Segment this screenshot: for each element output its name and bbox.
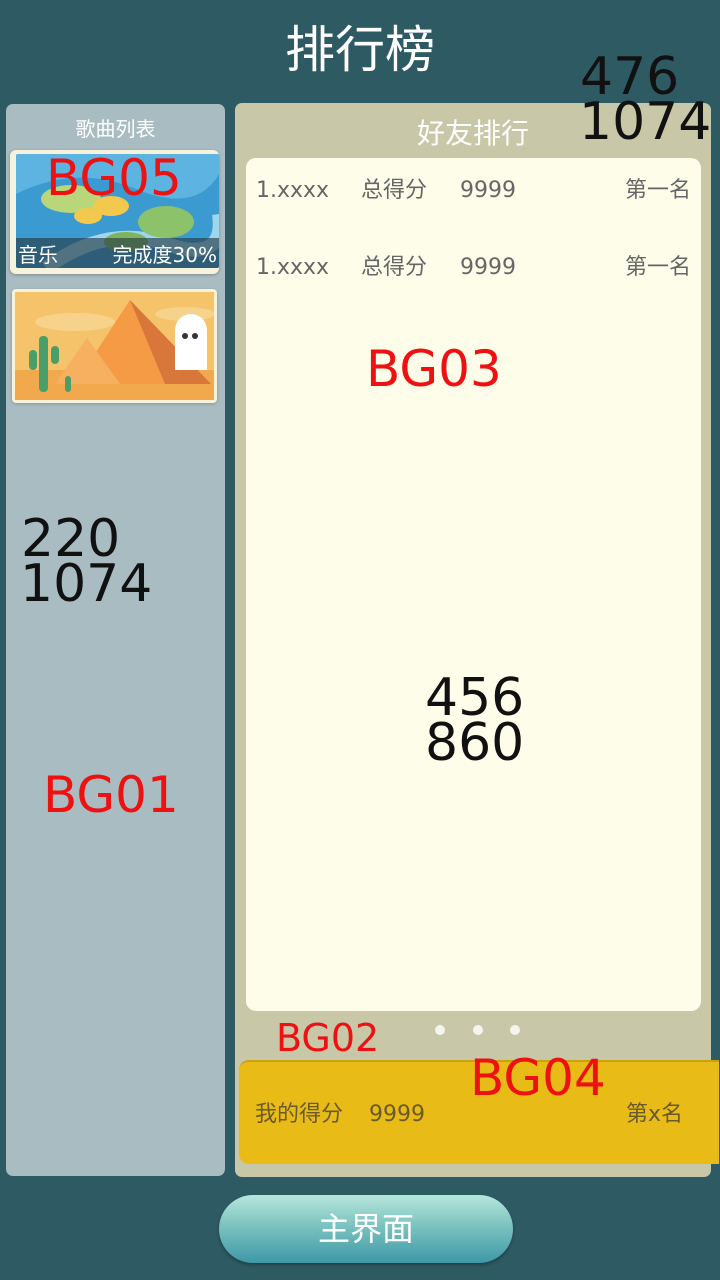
my-rank-place: 第x名 xyxy=(626,1102,684,1127)
rank-place: 第一名 xyxy=(624,178,691,203)
song-list-panel: 歌曲列表 音乐 完成度30% xyxy=(6,104,225,1176)
annotation-bg03: BG03 xyxy=(366,340,502,398)
annotation-bg02: BG02 xyxy=(276,1016,380,1060)
my-score-label: 我的得分 xyxy=(255,1102,344,1127)
page-dot[interactable] xyxy=(510,1025,520,1035)
song-list-header: 歌曲列表 xyxy=(75,117,156,141)
total-score-value: 9999 xyxy=(460,178,516,203)
player-name: 1.xxxx xyxy=(256,178,330,203)
song-caption: 音乐 完成度30% xyxy=(16,238,219,268)
ranking-row[interactable]: 1.xxxx 总得分 9999 第一名 xyxy=(256,248,691,288)
page-dot[interactable] xyxy=(435,1025,445,1035)
my-score-value: 9999 xyxy=(369,1102,425,1127)
total-score-label: 总得分 xyxy=(361,255,428,280)
player-name: 1.xxxx xyxy=(256,255,330,280)
rank-place: 第一名 xyxy=(624,255,691,280)
annotation-bg01: BG01 xyxy=(43,766,179,824)
song-card[interactable] xyxy=(12,289,217,403)
main-menu-button[interactable]: 主界面 xyxy=(219,1195,513,1263)
desert-pyramid-image xyxy=(15,292,214,400)
annotation-list-height: 860 xyxy=(425,713,525,773)
page-dot[interactable] xyxy=(473,1025,483,1035)
total-score-value: 9999 xyxy=(460,255,516,280)
page-indicator[interactable] xyxy=(435,1025,525,1037)
total-score-label: 总得分 xyxy=(361,178,428,203)
ranking-list[interactable]: 1.xxxx 总得分 9999 第一名 1.xxxx 总得分 9999 第一名 xyxy=(246,158,701,1011)
annotation-right-panel-height: 1074 xyxy=(579,92,712,152)
ranking-row[interactable]: 1.xxxx 总得分 9999 第一名 xyxy=(256,171,691,211)
annotation-left-panel-height: 1074 xyxy=(20,554,153,614)
song-progress: 完成度30% xyxy=(112,242,217,267)
annotation-bg05: BG05 xyxy=(46,149,182,207)
annotation-bg04: BG04 xyxy=(470,1049,606,1107)
song-category: 音乐 xyxy=(18,242,58,267)
